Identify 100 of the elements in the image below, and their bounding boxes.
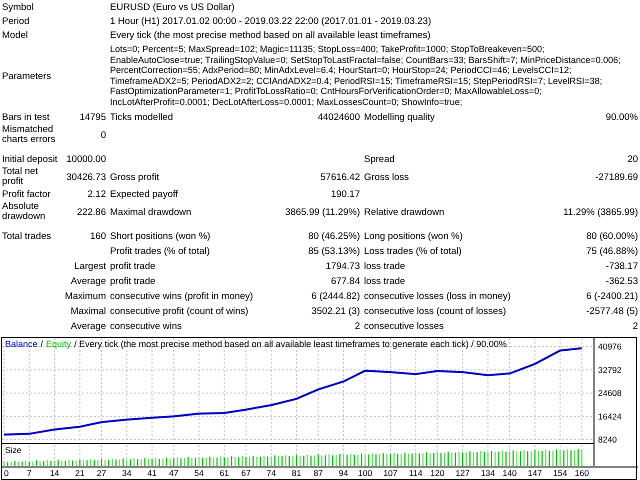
x-tick-label: 134 (480, 468, 496, 478)
stat-label: Short positions (won %) (109, 230, 212, 244)
stat-label: Profit trades (% of total) (109, 245, 211, 259)
x-tick-label: 147 (528, 468, 542, 478)
header-label: Parameters (1, 70, 52, 84)
x-tick-label: 160 (574, 468, 589, 478)
stat-label: Absolute drawdown (1, 202, 46, 222)
stat-value: Maximum (64, 290, 107, 304)
header-label: Period (1, 14, 30, 28)
legend-label: Equity (46, 339, 72, 349)
stat-label: consecutive losses (363, 320, 445, 334)
x-tick-label: 87 (313, 468, 323, 478)
stat-value: Average (70, 320, 107, 334)
stat-value: 75 (46.88%) (585, 245, 640, 259)
stat-label: loss trade (363, 260, 406, 274)
y-tick-label: 16424 (598, 411, 622, 422)
x-tick-label: 7 (26, 468, 32, 478)
stat-value: -362.53 (604, 275, 640, 289)
stat-value: Maximal (70, 305, 107, 319)
stat-value: 80 (60.00%) (585, 230, 640, 244)
stat-label: Ticks modelled (109, 111, 174, 125)
stat-value: 6 (2444.82) (310, 290, 361, 304)
header-label: Model (1, 28, 29, 42)
stat-value: -27189.69 (594, 170, 640, 184)
stat-label: consecutive loss (count of losses) (363, 305, 508, 319)
stat-value: 0 (100, 128, 107, 142)
stat-label: consecutive profit (count of wins) (109, 305, 250, 319)
stat-value: 11.29% (3865.99) (562, 206, 640, 220)
x-tick-label: 120 (430, 468, 444, 478)
stat-value: 2 (354, 320, 361, 334)
stat-value: Largest (73, 260, 107, 274)
stat-label: Relative drawdown (363, 206, 446, 220)
chart-caption: / Every tick (the most precise method based on all available least timeframes to generate each tick) / 90.00% (74, 339, 507, 349)
y-tick-label: 32792 (598, 364, 622, 375)
x-tick-label: 47 (169, 468, 178, 478)
stat-label: Total trades (1, 230, 52, 244)
x-tick-label: 34 (122, 468, 132, 478)
y-tick-label: 24608 (598, 388, 622, 398)
stat-label: consecutive wins (profit in money) (109, 290, 254, 304)
x-tick-label: 0 (4, 468, 9, 478)
stat-label: Modelling quality (363, 111, 436, 125)
stat-value: 1794.73 (324, 260, 361, 274)
x-tick-label: 54 (194, 468, 204, 478)
stat-value: 44024600 (316, 111, 361, 125)
x-tick-label: 140 (502, 468, 517, 478)
stat-value: -2577.48 (5) (585, 305, 640, 319)
stat-value: 85 (53.13%) (307, 245, 361, 259)
stat-value: 2.12 (86, 188, 107, 202)
stat-value: 222.86 (76, 206, 107, 220)
stat-label: profit trade (109, 275, 156, 289)
stat-label: Maximal drawdown (109, 206, 192, 220)
stat-value: 160 (89, 230, 107, 244)
x-tick-label: 114 (408, 468, 422, 478)
x-tick-label: 14 (50, 468, 60, 478)
header-value: EURUSD (Euro vs US Dollar) (109, 0, 236, 14)
stat-label: Gross loss (363, 170, 410, 184)
y-tick-label: 8240 (598, 434, 617, 445)
x-tick-label: 94 (338, 468, 348, 478)
header-value: Lots=0; Percent=5; MaxSpread=102; Magic=11135; StopLoss=400; TakeProfit=1000; StopToBreakeven=500; EnableAutoClose=true; TrailingStopValue=0; SetStopToLastFractal=false; CountBars=33; BarsShift=7; MinPriceDistance=0.006; PercentCorrection=55; AdxPeriod=80; MinAdxLevel=6.4; HourStart=0; HourStop=24; PeriodCCI=46; LevelsCCI=12; TimeframeADX2=5; PeriodADX2=2; CCIAndADX2=0.4; PeriodRSI=15; TimeframeRSI=15; StepPeriodRSI=7; LevelRSI=38; FastOptimizationParameter=1; ProfitToLossRatio=0; CntHoursForVerificationOrder=0; MaxAllowableLoss=0; IncLotAfterProfit=0.0001; DecLotAfterLoss=0.0001; MaxLossesCount=0; ShowInfo=true; (109, 43, 622, 108)
x-tick-label: 27 (96, 468, 106, 478)
x-tick-label: 61 (220, 468, 230, 478)
stat-label: Long positions (won %) (363, 230, 464, 244)
stat-label: Bars in test (0, 110, 62, 125)
stat-value: Average (70, 275, 107, 289)
x-tick-label: 21 (75, 468, 85, 478)
stat-label: Profit factor (0, 187, 62, 202)
header-label: Symbol (1, 0, 35, 14)
panel-label: Size (5, 445, 22, 455)
x-tick-label: 81 (292, 468, 302, 478)
legend-label: Balance (5, 339, 38, 349)
x-tick-label: 107 (383, 468, 398, 478)
stat-label: Initial deposit (0, 152, 62, 167)
stat-value: 57616.42 (319, 170, 361, 184)
stat-label: consecutive losses (loss in money) (363, 290, 512, 304)
stat-value: 20 (626, 153, 640, 167)
stat-label: Expected payoff (109, 188, 179, 202)
stat-value: 90.00% (604, 111, 640, 125)
stat-label: Mismatched charts errors (1, 125, 56, 145)
header-value: 1 Hour (H1) 2017.01.02 00:00 - 2019.03.22 22:00 (2017.01.01 - 2019.03.23) (109, 14, 432, 28)
stat-value: 80 (46.25%) (307, 230, 361, 244)
header-value: Every tick (the most precise method based on all available least timeframes) (109, 28, 432, 42)
x-tick-label: 67 (241, 468, 251, 478)
legend-separator: / (40, 339, 44, 349)
stat-label: consecutive wins (109, 320, 183, 334)
x-tick-label: 74 (266, 468, 276, 478)
stat-value: 6 (-2400.21) (585, 290, 640, 304)
x-tick-label: 100 (358, 468, 372, 478)
stat-value: 30426.73 (65, 170, 107, 184)
stat-label: Total net profit (1, 167, 39, 187)
stat-value: 3502.21 (3) (310, 305, 361, 319)
stat-value: -738.17 (604, 260, 640, 274)
stat-label: loss trade (363, 275, 406, 289)
stat-value: 10000.00 (65, 153, 107, 167)
stat-value: 2 (632, 320, 640, 334)
x-tick-label: 154 (553, 468, 568, 478)
stat-value: 190.17 (330, 188, 361, 202)
stat-label: Gross profit (109, 170, 160, 184)
stat-value: 3865.99 (11.29%) (284, 206, 361, 220)
y-tick-label: 40976 (598, 342, 622, 352)
stat-value: 677.84 (330, 275, 361, 289)
